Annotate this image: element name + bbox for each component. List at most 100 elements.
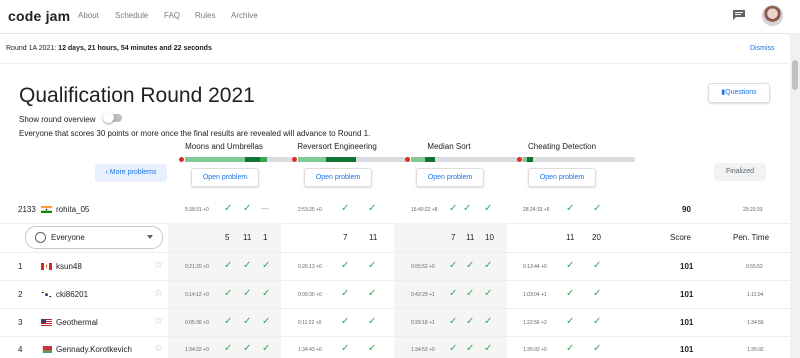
chevron-left-icon: ‹ [105,169,108,176]
check-icon: ✓ [243,203,252,214]
row-time: 0:14:12 +0 [185,292,209,298]
row-penalty: 1:35:02 [747,347,764,353]
check-icon: ✓ [224,260,233,271]
row-username[interactable]: cki86201 [56,290,88,299]
check-icon: ✓ [566,343,575,354]
open-problem-2[interactable]: Open problem [304,168,372,187]
row-divider [0,336,790,337]
nav-archive[interactable]: Archive [231,11,258,20]
row-time: 1:03:04 +1 [523,292,547,298]
nav-schedule[interactable]: Schedule [115,11,148,20]
p1-count-1: 5 [225,233,230,242]
more-problems-button[interactable]: ‹ More problems [95,164,167,182]
row-score: 101 [680,290,694,299]
star-icon[interactable]: ☆ [154,316,163,327]
korea-flag-icon [41,291,52,298]
star-icon[interactable]: ☆ [154,260,163,271]
row-username[interactable]: Gennady.Korotkevich [56,345,132,354]
row-time: 1:22:56 +2 [523,320,547,326]
problem-name-2: Reversort Engineering [297,142,377,151]
row-time: 0:09:30 +0 [298,292,322,298]
avatar[interactable] [762,5,783,26]
my-time-1: 5:38:31 +0 [185,207,209,213]
row-username[interactable]: ksun48 [56,262,82,271]
row-time: 1:34:32 +0 [185,347,209,353]
india-flag-icon [41,206,52,213]
check-icon: ✓ [484,288,493,299]
row-penalty: 0:55:52 [746,264,763,270]
row-rank: 3 [18,318,23,327]
nav-rules[interactable]: Rules [195,11,215,20]
p3-count-2: 11 [466,233,475,242]
row-time: 0:13:44 +0 [523,264,547,270]
check-icon: ✓ [593,316,602,327]
row-time: 0:42:29 +1 [411,292,435,298]
my-username[interactable]: rohita_05 [56,205,89,214]
check-icon: ✓ [466,288,475,299]
globe-icon [35,232,46,243]
row-score: 101 [680,345,694,354]
dash-icon: — [261,204,269,213]
feedback-icon[interactable] [733,10,745,20]
nav-about[interactable]: About [78,11,99,20]
check-icon: ✓ [484,316,493,327]
check-icon: ✓ [466,316,475,327]
problem-name-4: Cheating Detection [527,142,597,151]
advance-text: Everyone that scores 30 points or more o… [19,129,371,138]
row-score: 101 [680,262,694,271]
code-jam-logo[interactable]: code jam [8,8,70,24]
check-icon: ✓ [449,288,458,299]
row-username[interactable]: Geothermal [56,318,98,327]
progress-bar-3 [405,157,523,162]
row-time: 0:05:36 +0 [185,320,209,326]
top-nav: code jam About Schedule FAQ Rules Archiv… [0,0,800,34]
score-header: Score [670,233,691,242]
check-icon: ✓ [224,288,233,299]
filter-select[interactable]: Everyone [25,226,163,249]
check-icon: ✓ [341,288,350,299]
usa-flag-icon [41,319,52,326]
progress-bar-1 [179,157,297,162]
dismiss-button[interactable]: Dismiss [750,45,775,52]
check-icon: ✓ [466,343,475,354]
row-divider [0,308,790,309]
filter-label: Everyone [51,233,85,242]
check-icon: ✓ [593,343,602,354]
open-problem-1[interactable]: Open problem [191,168,259,187]
check-icon: ✓ [368,316,377,327]
p3-count-3: 10 [485,233,494,242]
open-problem-4[interactable]: Open problem [528,168,596,187]
check-icon: ✓ [262,343,271,354]
row-time: 0:26:13 +0 [298,264,322,270]
progress-dot-4 [517,157,522,162]
my-time-2: 2:53:25 +0 [298,207,322,213]
check-icon: ✓ [449,316,458,327]
row-divider [0,280,790,281]
row-time: 1:35:02 +0 [523,347,547,353]
more-problems-label: More problems [109,169,157,176]
my-time-3: 15:40:22 +8 [411,207,438,213]
p3-count-1: 7 [451,233,456,242]
check-icon: ✓ [341,316,350,327]
round-banner: Round 1A 2021: 12 days, 21 hours, 54 min… [0,33,788,64]
check-icon: ✓ [262,288,271,299]
nav-faq[interactable]: FAQ [164,11,180,20]
progress-bar-4 [517,157,635,162]
open-problem-3[interactable]: Open problem [416,168,484,187]
check-icon: ✓ [566,203,575,214]
star-icon[interactable]: ☆ [154,288,163,299]
check-icon: ✓ [243,288,252,299]
my-time-4: 28:24:33 +6 [523,207,550,213]
overview-toggle[interactable] [103,112,122,123]
p2-count-2: 11 [369,233,378,242]
finalized-badge: Finalized [714,163,766,181]
my-rank: 2133 [18,205,36,214]
check-icon: ✓ [593,288,602,299]
row-rank: 1 [18,262,23,271]
check-icon: ✓ [243,260,252,271]
scrollbar-thumb[interactable] [792,60,798,90]
page-title: Qualification Round 2021 [19,84,255,107]
p4-count-1: 11 [566,233,575,242]
questions-button[interactable]: ▮Questions [708,83,770,103]
star-icon[interactable]: ☆ [154,343,163,354]
